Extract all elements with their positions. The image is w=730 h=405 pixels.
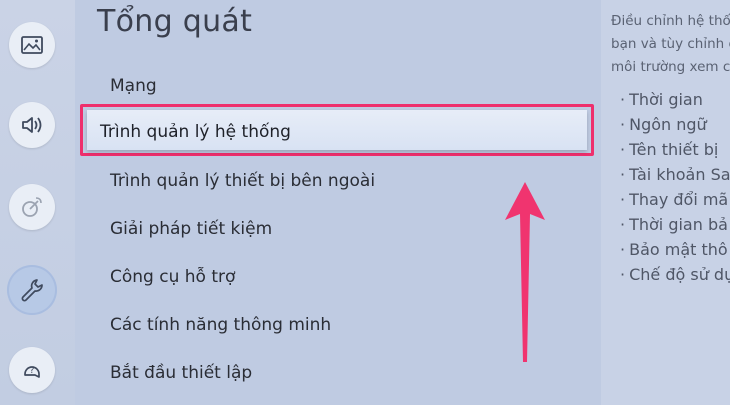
up-arrow-annotation-icon [505, 182, 545, 362]
svg-text:?: ? [30, 366, 35, 376]
general-menu: Tổng quát Mạng Trình quản lý hệ thống Tr… [75, 0, 601, 405]
broadcast-icon [22, 197, 42, 217]
feature-list: Thời gian Ngôn ngữ Tên thiết bị Tài khoả… [620, 87, 730, 287]
menu-item-smart-features[interactable]: Các tính năng thông minh [110, 315, 331, 335]
menu-item-label: Trình quản lý hệ thống [100, 122, 291, 142]
menu-item-external-device-manager[interactable]: Trình quản lý thiết bị bên ngoài [110, 171, 375, 191]
menu-item-network[interactable]: Mạng [110, 76, 157, 96]
wrench-icon [21, 279, 43, 302]
menu-item-accessibility[interactable]: Công cụ hỗ trợ [110, 267, 235, 287]
list-item: Thời gian bả [620, 212, 730, 237]
focus-highlight: Trình quản lý hệ thống [87, 110, 587, 150]
list-item: Bảo mật thô [620, 237, 730, 262]
sound-icon [22, 117, 42, 133]
sound-settings-button[interactable] [9, 102, 55, 148]
settings-sidebar: ? [0, 0, 75, 405]
picture-icon [21, 36, 43, 54]
general-settings-button[interactable] [7, 265, 57, 315]
menu-item-eco-solution[interactable]: Giải pháp tiết kiệm [110, 219, 272, 239]
list-item: Tài khoản Sa [620, 162, 730, 187]
menu-item-start-setup[interactable]: Bắt đầu thiết lập [110, 363, 252, 383]
broadcast-settings-button[interactable] [9, 184, 55, 230]
page-title: Tổng quát [97, 4, 253, 39]
description-line: môi trường xem của [611, 59, 730, 75]
menu-item-system-manager[interactable]: Trình quản lý hệ thống [80, 104, 594, 156]
description-line: bạn và tùy chỉnh cài [611, 36, 730, 52]
description-panel: Điều chỉnh hệ thống bạn và tùy chỉnh cài… [601, 0, 730, 405]
description-line: Điều chỉnh hệ thống [611, 13, 730, 29]
list-item: Thời gian [620, 87, 730, 112]
support-settings-button[interactable]: ? [9, 347, 55, 393]
picture-settings-button[interactable] [9, 22, 55, 68]
description-text: Điều chỉnh hệ thống bạn và tùy chỉnh cài… [611, 10, 730, 79]
list-item: Ngôn ngữ [620, 112, 730, 137]
list-item: Thay đổi mã [620, 187, 730, 212]
support-icon: ? [24, 366, 40, 378]
list-item: Chế độ sử dụ [620, 262, 730, 287]
list-item: Tên thiết bị [620, 137, 730, 162]
